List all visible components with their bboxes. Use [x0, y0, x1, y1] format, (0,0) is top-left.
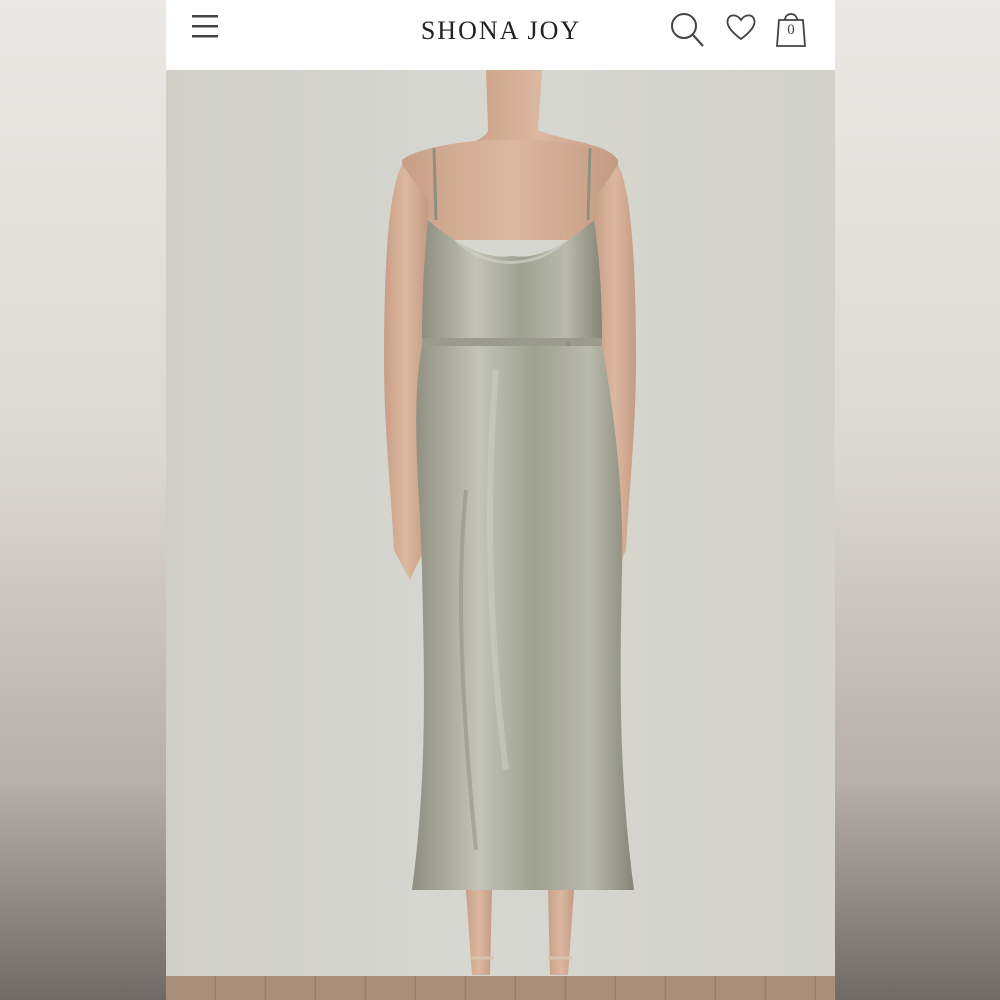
wood-floor — [166, 976, 835, 1000]
phone-screen: SHONA JOY 0 — [166, 0, 835, 1000]
heart-icon[interactable] — [724, 12, 758, 42]
hamburger-menu-icon[interactable] — [190, 12, 222, 42]
brand-logo[interactable]: SHONA JOY — [406, 16, 596, 46]
background-right — [835, 0, 1000, 1000]
site-header: SHONA JOY 0 — [166, 0, 835, 70]
search-icon[interactable] — [668, 10, 706, 50]
bag-count-badge: 0 — [787, 22, 795, 38]
product-model-illustration — [384, 70, 636, 975]
background-left — [0, 0, 166, 1000]
